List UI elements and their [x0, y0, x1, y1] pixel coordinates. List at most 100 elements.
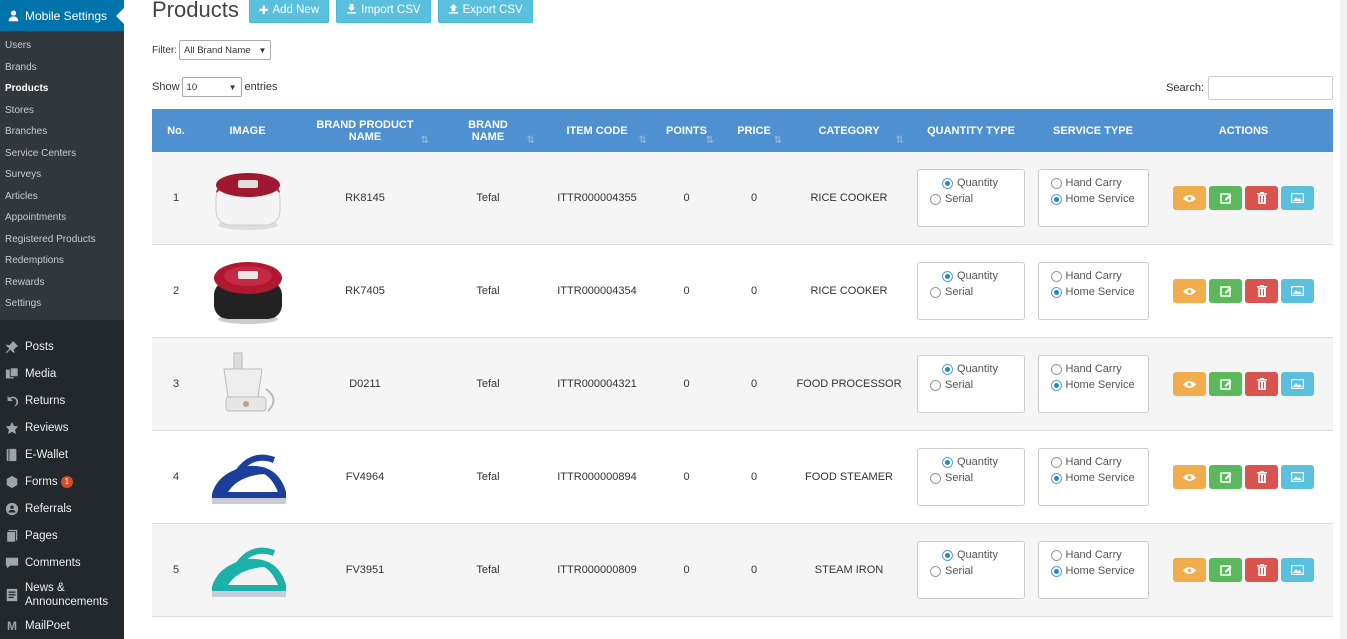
sidebar-item-users[interactable]: Users	[0, 35, 124, 57]
delete-button[interactable]	[1245, 558, 1278, 582]
radio-quantity[interactable]: Quantity	[930, 268, 1024, 284]
delete-button[interactable]	[1245, 279, 1278, 303]
sidebar-item-brands[interactable]: Brands	[0, 57, 124, 79]
sidebar-item-rewards[interactable]: Rewards	[0, 272, 124, 294]
radio-hand-carry[interactable]: Hand Carry	[1050, 454, 1148, 470]
radio-dot[interactable]	[1050, 379, 1062, 391]
import-csv-button[interactable]: Import CSV	[336, 0, 431, 23]
radio-hand-carry[interactable]: Hand Carry	[1050, 361, 1148, 377]
view-button[interactable]	[1173, 279, 1206, 303]
radio-hand-carry[interactable]: Hand Carry	[1050, 175, 1148, 191]
edit-button[interactable]	[1209, 465, 1242, 489]
radio-dot[interactable]	[942, 363, 953, 375]
radio-serial[interactable]: Serial	[930, 563, 1024, 579]
col-header-category[interactable]: CATEGORY ⇅	[788, 109, 910, 152]
sidebar-item-returns[interactable]: Returns	[0, 388, 124, 415]
sidebar-item-registered-products[interactable]: Registered Products	[0, 229, 124, 251]
sidebar-item-articles[interactable]: Articles	[0, 186, 124, 208]
export-csv-button[interactable]: Export CSV	[437, 0, 533, 23]
sidebar-item-mobile-settings[interactable]: Mobile Settings	[0, 0, 124, 31]
radio-dot[interactable]	[1050, 549, 1062, 561]
sidebar-item-stores[interactable]: Stores	[0, 100, 124, 122]
radio-dot[interactable]	[1050, 472, 1062, 484]
sidebar-item-posts[interactable]: Posts	[0, 334, 124, 361]
radio-serial[interactable]: Serial	[930, 377, 1024, 393]
delete-button[interactable]	[1245, 372, 1278, 396]
delete-button[interactable]	[1245, 465, 1278, 489]
radio-home-service[interactable]: Home Service	[1050, 191, 1148, 207]
sidebar-item-appointments[interactable]: Appointments	[0, 207, 124, 229]
radio-dot[interactable]	[942, 177, 953, 189]
sidebar-item-e-wallet[interactable]: E-Wallet	[0, 442, 124, 469]
search-input[interactable]	[1208, 76, 1333, 100]
view-button[interactable]	[1173, 465, 1206, 489]
radio-dot[interactable]	[930, 379, 941, 391]
image-button[interactable]	[1281, 558, 1314, 582]
sidebar-item-settings[interactable]: Settings	[0, 293, 124, 315]
sidebar-item-products[interactable]: Products	[0, 78, 124, 100]
radio-dot[interactable]	[930, 286, 941, 298]
edit-icon	[1219, 193, 1231, 204]
sidebar-item-forms[interactable]: Forms 1	[0, 469, 124, 496]
image-button[interactable]	[1281, 372, 1314, 396]
add-new-button[interactable]: ✚ Add New	[248, 0, 330, 23]
sidebar-item-referrals[interactable]: Referrals	[0, 496, 124, 523]
radio-dot[interactable]	[942, 549, 953, 561]
radio-dot[interactable]	[1050, 177, 1062, 189]
col-header-price[interactable]: PRICE ⇅	[720, 109, 788, 152]
radio-quantity[interactable]: Quantity	[930, 175, 1024, 191]
radio-dot[interactable]	[930, 472, 941, 484]
edit-button[interactable]	[1209, 279, 1242, 303]
radio-home-service[interactable]: Home Service	[1050, 284, 1148, 300]
radio-dot[interactable]	[930, 193, 941, 205]
edit-button[interactable]	[1209, 372, 1242, 396]
radio-dot[interactable]	[942, 456, 953, 468]
radio-dot[interactable]	[942, 270, 953, 282]
brand-filter-select[interactable]: All Brand Name ▼	[179, 40, 272, 60]
sidebar-item-news-announcements[interactable]: News & Announcements	[0, 577, 124, 613]
radio-dot[interactable]	[1050, 193, 1062, 205]
image-button[interactable]	[1281, 465, 1314, 489]
col-header-item-code[interactable]: ITEM CODE ⇅	[541, 109, 653, 152]
entries-select[interactable]: 10 ▼	[181, 77, 242, 97]
radio-hand-carry[interactable]: Hand Carry	[1050, 547, 1148, 563]
col-header-product-name[interactable]: BRAND PRODUCT NAME ⇅	[295, 109, 435, 152]
sidebar-item-branches[interactable]: Branches	[0, 121, 124, 143]
sidebar-item-redemptions[interactable]: Redemptions	[0, 250, 124, 272]
radio-serial[interactable]: Serial	[930, 284, 1024, 300]
image-button[interactable]	[1281, 279, 1314, 303]
view-button[interactable]	[1173, 186, 1206, 210]
radio-serial[interactable]: Serial	[930, 191, 1024, 207]
col-header-points[interactable]: POINTS ⇅	[653, 109, 720, 152]
radio-dot[interactable]	[1050, 565, 1062, 577]
edit-button[interactable]	[1209, 186, 1242, 210]
sidebar-item-service-centers[interactable]: Service Centers	[0, 143, 124, 165]
sidebar-item-mailpoet[interactable]: M MailPoet	[0, 613, 124, 639]
sidebar-item-media[interactable]: Media	[0, 361, 124, 388]
radio-dot[interactable]	[930, 565, 941, 577]
radio-quantity[interactable]: Quantity	[930, 454, 1024, 470]
radio-dot[interactable]	[1050, 286, 1062, 298]
col-header-brand-name[interactable]: BRAND NAME ⇅	[435, 109, 541, 152]
radio-dot[interactable]	[1050, 270, 1062, 282]
sidebar-item-surveys[interactable]: Surveys	[0, 164, 124, 186]
view-button[interactable]	[1173, 372, 1206, 396]
view-button[interactable]	[1173, 558, 1206, 582]
radio-home-service[interactable]: Home Service	[1050, 377, 1148, 393]
image-button[interactable]	[1281, 186, 1314, 210]
sidebar-item-comments[interactable]: Comments	[0, 550, 124, 577]
radio-home-service[interactable]: Home Service	[1050, 470, 1148, 486]
sidebar-item-pages[interactable]: Pages	[0, 523, 124, 550]
radio-quantity[interactable]: Quantity	[930, 547, 1024, 563]
radio-dot[interactable]	[1050, 363, 1062, 375]
eye-icon	[1183, 194, 1196, 202]
radio-dot[interactable]	[1050, 456, 1062, 468]
radio-quantity[interactable]: Quantity	[930, 361, 1024, 377]
radio-serial[interactable]: Serial	[930, 470, 1024, 486]
delete-button[interactable]	[1245, 186, 1278, 210]
radio-hand-carry[interactable]: Hand Carry	[1050, 268, 1148, 284]
sidebar-item-reviews[interactable]: Reviews	[0, 415, 124, 442]
edit-button[interactable]	[1209, 558, 1242, 582]
radio-home-service[interactable]: Home Service	[1050, 563, 1148, 579]
col-header-no[interactable]: No.	[152, 109, 200, 152]
